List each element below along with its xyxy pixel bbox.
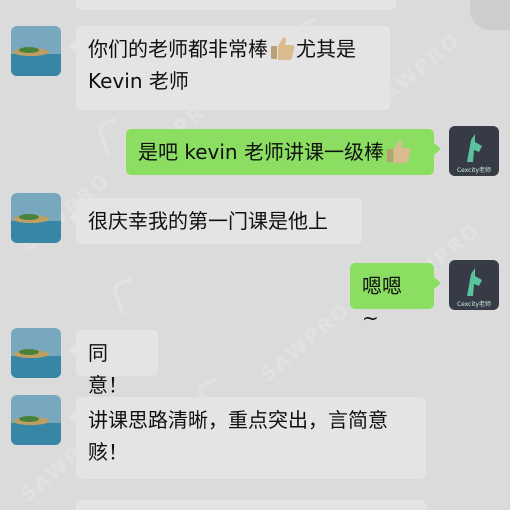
island-photo-icon	[11, 395, 61, 445]
message-text: 你们的老师都非常棒 尤其是	[88, 33, 378, 65]
top-right-corner	[470, 0, 510, 30]
message-text: 很庆幸我的第一门课是他上	[88, 209, 328, 233]
unicorn-logo-icon: Cexcity老师	[449, 126, 499, 176]
contact-avatar[interactable]	[11, 26, 61, 76]
message-text: 同意！	[88, 341, 128, 397]
message-text-line: 讲课思路清晰，重点突出，言简意	[88, 408, 388, 432]
message-bubble[interactable]: 嗯嗯 ~	[350, 263, 441, 330]
my-avatar[interactable]: Cexcity老师	[449, 126, 499, 176]
message-text-part: 尤其是	[296, 37, 356, 61]
thumbs-up-icon	[271, 37, 295, 60]
island-photo-icon	[11, 26, 61, 76]
avatar-label: Cexcity老师	[457, 300, 491, 308]
message-text: 嗯嗯 ~	[362, 274, 402, 330]
unicorn-logo-icon: Cexcity老师	[449, 260, 499, 310]
chat-window: SAWPRO SAWPRO SAWPRO SAWPRO SAWPRO SAWPR…	[0, 0, 510, 510]
message-text-line: 赅！	[88, 440, 128, 464]
message-bubble[interactable]: 同意！	[69, 330, 158, 397]
message-bubble[interactable]: 很庆幸我的第一门课是他上	[69, 198, 362, 244]
message-bubble[interactable]: 是吧 kevin 老师讲课一级棒	[126, 129, 441, 175]
contact-avatar[interactable]	[11, 193, 61, 243]
watermark-logo-icon	[95, 117, 127, 155]
my-avatar[interactable]: Cexcity老师	[449, 260, 499, 310]
avatar-label: Cexcity老师	[457, 166, 491, 174]
previous-message-bubble	[76, 0, 396, 10]
message-bubble[interactable]: 讲课思路清晰，重点突出，言简意 赅！	[69, 397, 426, 479]
contact-avatar[interactable]	[11, 395, 61, 445]
watermark-text: SAWPRO	[255, 297, 355, 387]
message-text-part: 你们的老师都非常棒	[88, 37, 268, 61]
message-text: 是吧 kevin 老师讲课一级棒	[138, 140, 384, 164]
contact-avatar[interactable]	[11, 328, 61, 378]
next-message-bubble	[76, 500, 426, 510]
island-photo-icon	[11, 328, 61, 378]
message-bubble[interactable]: 你们的老师都非常棒 尤其是 Kevin 老师	[69, 26, 390, 110]
thumbs-up-icon	[386, 140, 411, 163]
island-photo-icon	[11, 193, 61, 243]
message-text-line: Kevin 老师	[88, 69, 189, 93]
watermark-logo-icon	[110, 277, 142, 315]
